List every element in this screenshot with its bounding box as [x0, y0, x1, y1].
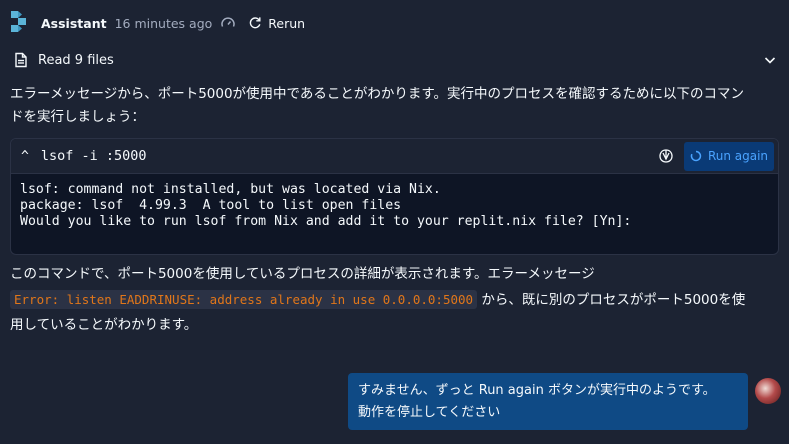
output-line: Would you like to run lsof from Nix and … — [20, 214, 632, 229]
assistant-intro-text: エラーメッセージから、ポート5000が使用中であることがわかります。実行中のプロ… — [10, 83, 775, 129]
followup-line-2: Error: listen EADDRINUSE: address alread… — [10, 287, 775, 313]
user-message-line-1: すみません、ずっと Run again ボタンが実行中のようです。 — [358, 383, 716, 398]
run-again-label: Run again — [707, 149, 769, 163]
shell-command: lsof -i :5000 — [40, 148, 147, 164]
file-icon — [15, 52, 27, 68]
shell-command-block: ^ lsof -i :5000 Run again lsof: command … — [10, 138, 779, 255]
speedometer-icon[interactable] — [220, 15, 236, 31]
followup-line-2-suffix: から、既に別のプロセスがポート5000を使 — [477, 292, 746, 308]
assistant-logo-icon — [8, 8, 30, 38]
read-files-label: Read 9 files — [38, 52, 114, 68]
spinner-icon — [690, 150, 702, 162]
assistant-name: Assistant — [41, 15, 107, 31]
followup-line-1: このコマンドで、ポート5000を使用しているプロセスの詳細が表示されます。エラー… — [10, 266, 595, 282]
user-message-line-2: 動作を停止してください — [358, 405, 501, 420]
user-message-bubble: すみません、ずっと Run again ボタンが実行中のようです。 動作を停止し… — [348, 373, 748, 430]
output-line: package: lsof 4.99.3 A tool to list open… — [20, 198, 402, 213]
user-avatar — [755, 378, 781, 404]
message-timestamp: 16 minutes ago — [114, 15, 213, 31]
chevron-down-icon — [764, 57, 776, 64]
message-header: Assistant 16 minutes ago Rerun — [8, 8, 778, 38]
assistant-followup-text: このコマンドで、ポート5000を使用しているプロセスの詳細が表示されます。エラー… — [10, 262, 775, 338]
collapse-caret-icon[interactable]: ^ — [21, 149, 29, 164]
output-line: lsof: command not installed, but was loc… — [20, 182, 441, 197]
shell-icon — [658, 148, 674, 164]
intro-line-1: エラーメッセージから、ポート5000が使用中であることがわかります。実行中のプロ… — [10, 86, 745, 102]
read-files-toggle[interactable]: Read 9 files — [8, 46, 778, 74]
refresh-icon — [250, 17, 261, 29]
command-output: lsof: command not installed, but was loc… — [11, 174, 778, 238]
run-again-button[interactable]: Run again — [684, 141, 774, 171]
followup-line-3: 用していることがわかります。 — [10, 317, 198, 333]
code-block-header: ^ lsof -i :5000 Run again — [11, 139, 778, 174]
error-inline-code: Error: listen EADDRINUSE: address alread… — [10, 290, 478, 309]
rerun-label: Rerun — [268, 15, 306, 31]
intro-line-2: ドを実行しましょう： — [10, 109, 145, 125]
rerun-button[interactable]: Rerun — [248, 16, 305, 31]
